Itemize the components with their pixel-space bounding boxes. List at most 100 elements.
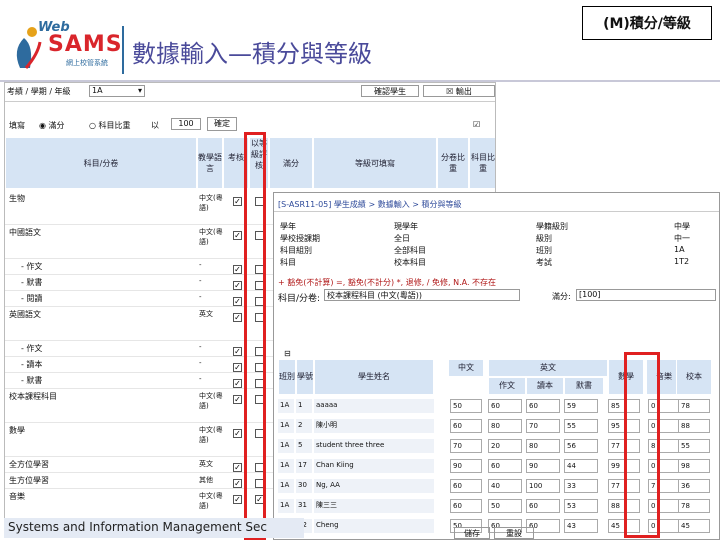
cell-e3[interactable]: 43 [564,519,598,533]
exam-checkbox[interactable] [233,297,242,306]
exam-checkbox[interactable] [233,281,242,290]
pct-label: 以 [151,121,159,130]
class-select[interactable]: 1A ▾ [89,85,145,97]
cell-s[interactable]: 36 [678,479,710,493]
page-title: 數據輸入—積分與等級 [132,40,372,68]
lang-value: 中文(粵語) [199,426,223,444]
cell-e2[interactable]: 100 [526,479,560,493]
col-classno: 學號 [296,359,314,395]
cell-class: 1A [278,499,294,513]
info-label: 考試 [536,258,552,267]
cell-e3[interactable]: 44 [564,459,598,473]
exam-checkbox[interactable] [233,347,242,356]
cell-c[interactable]: 60 [450,499,482,513]
exam-checkbox[interactable] [233,495,242,504]
info-label: 班別 [536,246,552,255]
cell-no: 5 [296,439,312,453]
col-weight: 科目比重 [469,137,495,189]
subject-name: - 作文 [21,262,43,271]
exam-checkbox[interactable] [233,313,242,322]
save-button[interactable]: 儲存 [454,527,490,539]
radio-weight[interactable]: ○ 科目比重 [89,120,131,131]
cell-c[interactable]: 60 [450,419,482,433]
cell-e2[interactable]: 70 [526,419,560,433]
info-value: 中一 [674,234,690,243]
cell-e3[interactable]: 55 [564,419,598,433]
cell-e1[interactable]: 40 [488,479,522,493]
cell-s[interactable]: 88 [678,419,710,433]
cell-class: 1A [278,399,294,413]
cell-s[interactable]: 98 [678,459,710,473]
expand-toggle[interactable]: ⊟ [284,349,291,358]
cell-class: 1A [278,419,294,433]
logo-subtitle: 網上校管系統 [66,59,108,67]
reset-button[interactable]: 重設 [494,527,534,539]
export-label: 輸出 [455,87,472,96]
col-name: 學生姓名 [314,359,434,395]
subject-select[interactable]: 校本課程科目 (中文(粵語)) [324,289,520,301]
subject-name: 英國語文 [9,310,41,319]
cell-c[interactable]: 50 [450,399,482,413]
cell-s[interactable]: 55 [678,439,710,453]
cell-no: 17 [296,459,312,473]
cell-e1[interactable]: 80 [488,419,522,433]
subject-name: 校本課程科目 [9,392,57,401]
cell-e3[interactable]: 33 [564,479,598,493]
info-label: 級別 [536,234,552,243]
lang-value: 其他 [199,476,213,484]
cell-e2[interactable]: 90 [526,459,560,473]
cell-e1[interactable]: 50 [488,499,522,513]
lang-value: - [199,359,202,367]
exam-checkbox[interactable] [233,429,242,438]
cell-c[interactable]: 70 [450,439,482,453]
cell-c[interactable]: 90 [450,459,482,473]
lang-value: - [199,343,202,351]
info-value: 全部科目 [394,246,426,255]
exam-checkbox[interactable] [233,363,242,372]
subject-name: 全方位學習 [9,460,49,469]
info-value: 全日 [394,234,410,243]
confirm-students-button[interactable]: 確認學生 [361,85,419,97]
info-label: 學年 [280,222,296,231]
cell-name: Chan Kiing [314,459,434,473]
websams-logo: Web SAMS 網上校管系統 [10,18,122,70]
header-divider [122,26,124,74]
confirm-button[interactable]: 確定 [207,117,237,131]
toolbar: 考績 / 學期 / 年級 1A ▾ 確認學生 ☒ 輸出 [5,85,495,99]
exam-checkbox[interactable] [233,197,242,206]
cell-e1[interactable]: 20 [488,439,522,453]
cell-e2[interactable]: 80 [526,439,560,453]
exam-checkbox[interactable] [233,463,242,472]
select-all-checkbox[interactable]: ☑ [473,120,480,129]
pct-input[interactable]: 100 [171,118,201,130]
cell-e2[interactable]: 60 [526,399,560,413]
col-reader: 讀本 [526,377,564,395]
col-score: 滿分 [269,137,313,189]
exam-checkbox[interactable] [233,395,242,404]
exam-checkbox[interactable] [233,379,242,388]
exam-checkbox[interactable] [233,231,242,240]
exam-checkbox[interactable] [233,479,242,488]
cell-e3[interactable]: 56 [564,439,598,453]
export-button[interactable]: ☒ 輸出 [423,85,495,97]
exam-checkbox[interactable] [233,265,242,274]
cell-e3[interactable]: 59 [564,399,598,413]
cell-c[interactable]: 60 [450,479,482,493]
lang-value: - [199,375,202,383]
cell-no: 2 [296,419,312,433]
legend-text: + 豁免(不計算) =, 豁免(不計分) *, 退修, / 免修, N.A. 不… [278,278,497,287]
cell-s[interactable]: 78 [678,499,710,513]
radio-fullmark-label: 滿分 [48,121,65,130]
cell-s[interactable]: 45 [678,519,710,533]
fill-option-row: 填寫 ◉ 滿分 ○ 科目比重 以 100 確定 ☑ [5,117,495,133]
lang-value: 中文(粵語) [199,228,223,246]
radio-fullmark[interactable]: ◉ 滿分 [39,120,65,131]
cell-class: 1A [278,439,294,453]
cell-e3[interactable]: 53 [564,499,598,513]
subject-label: 科目/分卷: [278,294,321,304]
cell-s[interactable]: 78 [678,399,710,413]
cell-e1[interactable]: 60 [488,459,522,473]
cell-e2[interactable]: 60 [526,499,560,513]
cell-e1[interactable]: 60 [488,399,522,413]
lang-value: 中文(粵語) [199,492,223,510]
